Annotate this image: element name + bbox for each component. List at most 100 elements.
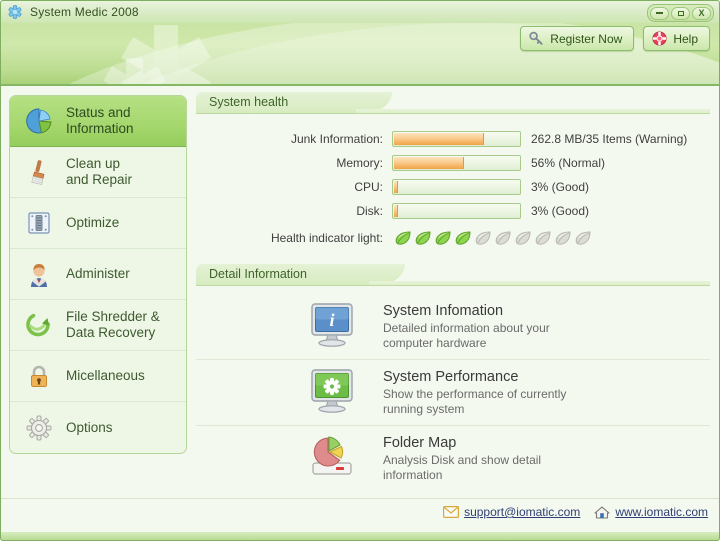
sidebar-item-file-shredder-and-data-recovery[interactable]: File Shredder & Data Recovery bbox=[10, 300, 186, 351]
app-icon bbox=[7, 4, 23, 20]
help-button[interactable]: Help bbox=[643, 26, 710, 51]
detail-item-desc: Show the performance of currently runnin… bbox=[383, 387, 567, 416]
system-health-title: System health bbox=[209, 95, 289, 109]
svg-text:i: i bbox=[329, 310, 334, 330]
junk-progress-fill bbox=[394, 132, 484, 145]
sidebar-item-clean-up-and-repair[interactable]: Clean up and Repair bbox=[10, 147, 186, 198]
broom-icon bbox=[24, 157, 54, 187]
health-row-junk: Junk Information: 262.8 MB/35 Items (War… bbox=[196, 127, 710, 150]
register-now-button[interactable]: Register Now bbox=[520, 26, 635, 51]
detail-item-desc: Detailed information about your computer… bbox=[383, 321, 550, 350]
gear-icon bbox=[24, 413, 54, 443]
window-title: System Medic 2008 bbox=[30, 5, 139, 19]
detail-item-system-performance[interactable]: System Performance Show the performance … bbox=[196, 359, 710, 425]
close-label: X bbox=[698, 7, 705, 18]
health-label: Memory: bbox=[336, 155, 383, 170]
leaf-indicator-off bbox=[553, 228, 573, 248]
leaf-indicator-off bbox=[573, 228, 593, 248]
sidebar-item-label: Options bbox=[66, 419, 113, 435]
footer-divider bbox=[1, 498, 719, 499]
detail-item-text: System Infomation Detailed information a… bbox=[383, 302, 550, 351]
leaf-indicator-lit bbox=[413, 228, 433, 248]
close-button[interactable]: X bbox=[692, 6, 711, 20]
padlock-icon bbox=[24, 361, 54, 391]
application-window: Register Now Help System Medic 2008 X St… bbox=[0, 0, 720, 541]
sidebar-item-optimize[interactable]: Optimize bbox=[10, 198, 186, 249]
leaf-indicator-lit bbox=[433, 228, 453, 248]
sidebar-item-administer[interactable]: Administer bbox=[10, 249, 186, 300]
minimize-glyph bbox=[656, 12, 663, 14]
sidebar-item-label: Status and Information bbox=[66, 105, 134, 136]
minimize-button[interactable] bbox=[650, 6, 669, 20]
chip-icon bbox=[24, 208, 54, 238]
support-email-link[interactable]: support@iomatic.com bbox=[443, 505, 580, 519]
disk-progress-fill bbox=[394, 204, 398, 217]
pie-chart-icon bbox=[24, 106, 54, 136]
envelope-icon bbox=[443, 506, 460, 518]
disk-progress-bar bbox=[392, 202, 521, 219]
monitor-info-icon: i bbox=[306, 302, 358, 350]
detail-item-folder-map[interactable]: Folder Map Analysis Disk and show detail… bbox=[196, 425, 710, 491]
health-label: CPU: bbox=[354, 179, 383, 194]
lifebuoy-icon bbox=[652, 31, 667, 46]
window-controls: X bbox=[647, 4, 714, 22]
health-value: 3% (Good) bbox=[531, 203, 590, 218]
leaf-indicator-off bbox=[513, 228, 533, 248]
key-icon bbox=[529, 31, 544, 46]
panel-rule bbox=[196, 285, 710, 286]
detail-information-title: Detail Information bbox=[209, 267, 307, 281]
detail-information-header: Detail Information bbox=[196, 264, 710, 286]
recycle-icon bbox=[24, 310, 54, 340]
sidebar-item-label: File Shredder & Data Recovery bbox=[66, 309, 160, 340]
monitor-gear-icon bbox=[306, 368, 358, 416]
detail-item-text: System Performance Show the performance … bbox=[383, 368, 566, 417]
leaf-indicator-off bbox=[533, 228, 553, 248]
sidebar: Status and Information Clean up and Repa… bbox=[9, 95, 187, 454]
detail-item-title: System Infomation bbox=[383, 303, 504, 319]
cpu-progress-fill bbox=[394, 180, 398, 193]
maximize-glyph bbox=[677, 10, 684, 16]
user-icon bbox=[24, 259, 54, 289]
detail-item-system-infomation[interactable]: i System Infomation Detailed information… bbox=[196, 294, 710, 359]
title-bar: System Medic 2008 X bbox=[1, 1, 719, 23]
detail-item-text: Folder Map Analysis Disk and show detail… bbox=[383, 434, 541, 483]
sidebar-item-label: Clean up and Repair bbox=[66, 156, 133, 187]
footer-strip bbox=[1, 532, 719, 540]
leaf-indicator-lit bbox=[393, 228, 413, 248]
website-label: www.iomatic.com bbox=[615, 505, 708, 519]
junk-progress-bar bbox=[392, 130, 521, 147]
health-indicator-row: Health indicator light: bbox=[196, 225, 710, 251]
disk-piechart-icon bbox=[306, 434, 358, 482]
health-value: 3% (Good) bbox=[531, 179, 590, 194]
main-content: System health Junk Information: 262.8 MB… bbox=[196, 92, 710, 491]
leaf-indicator-lit bbox=[453, 228, 473, 248]
health-value: 56% (Normal) bbox=[531, 155, 606, 170]
detail-item-desc: Analysis Disk and show detail informatio… bbox=[383, 453, 542, 482]
detail-item-title: Folder Map bbox=[383, 435, 457, 451]
health-value: 262.8 MB/35 Items (Warning) bbox=[531, 131, 688, 146]
detail-information-list: i System Infomation Detailed information… bbox=[196, 288, 710, 491]
health-indicator-label: Health indicator light: bbox=[270, 231, 383, 245]
sidebar-item-label: Optimize bbox=[66, 215, 120, 230]
website-link[interactable]: www.iomatic.com bbox=[594, 505, 708, 519]
footer: support@iomatic.com www.iomatic.com bbox=[443, 505, 708, 519]
detail-item-title: System Performance bbox=[383, 369, 519, 385]
sidebar-item-options[interactable]: Options bbox=[10, 402, 186, 453]
health-row-memory: Memory: 56% (Normal) bbox=[196, 151, 710, 174]
cpu-progress-bar bbox=[392, 178, 521, 195]
memory-progress-bar bbox=[392, 154, 521, 171]
support-email-label: support@iomatic.com bbox=[464, 505, 581, 519]
sidebar-item-micellaneous[interactable]: Micellaneous bbox=[10, 351, 186, 402]
help-label: Help bbox=[673, 31, 698, 46]
header-actions: Register Now Help bbox=[520, 26, 710, 51]
memory-progress-fill bbox=[394, 156, 464, 169]
sidebar-item-label: Administer bbox=[66, 266, 130, 281]
maximize-button[interactable] bbox=[671, 6, 690, 20]
health-row-disk: Disk: 3% (Good) bbox=[196, 199, 710, 222]
health-indicator-leaves bbox=[393, 228, 593, 248]
sidebar-item-status-and-information[interactable]: Status and Information bbox=[10, 96, 186, 147]
home-icon bbox=[594, 505, 610, 519]
system-health-rows: Junk Information: 262.8 MB/35 Items (War… bbox=[196, 116, 710, 251]
panel-rule bbox=[196, 113, 710, 114]
sidebar-item-label: Micellaneous bbox=[66, 368, 145, 383]
